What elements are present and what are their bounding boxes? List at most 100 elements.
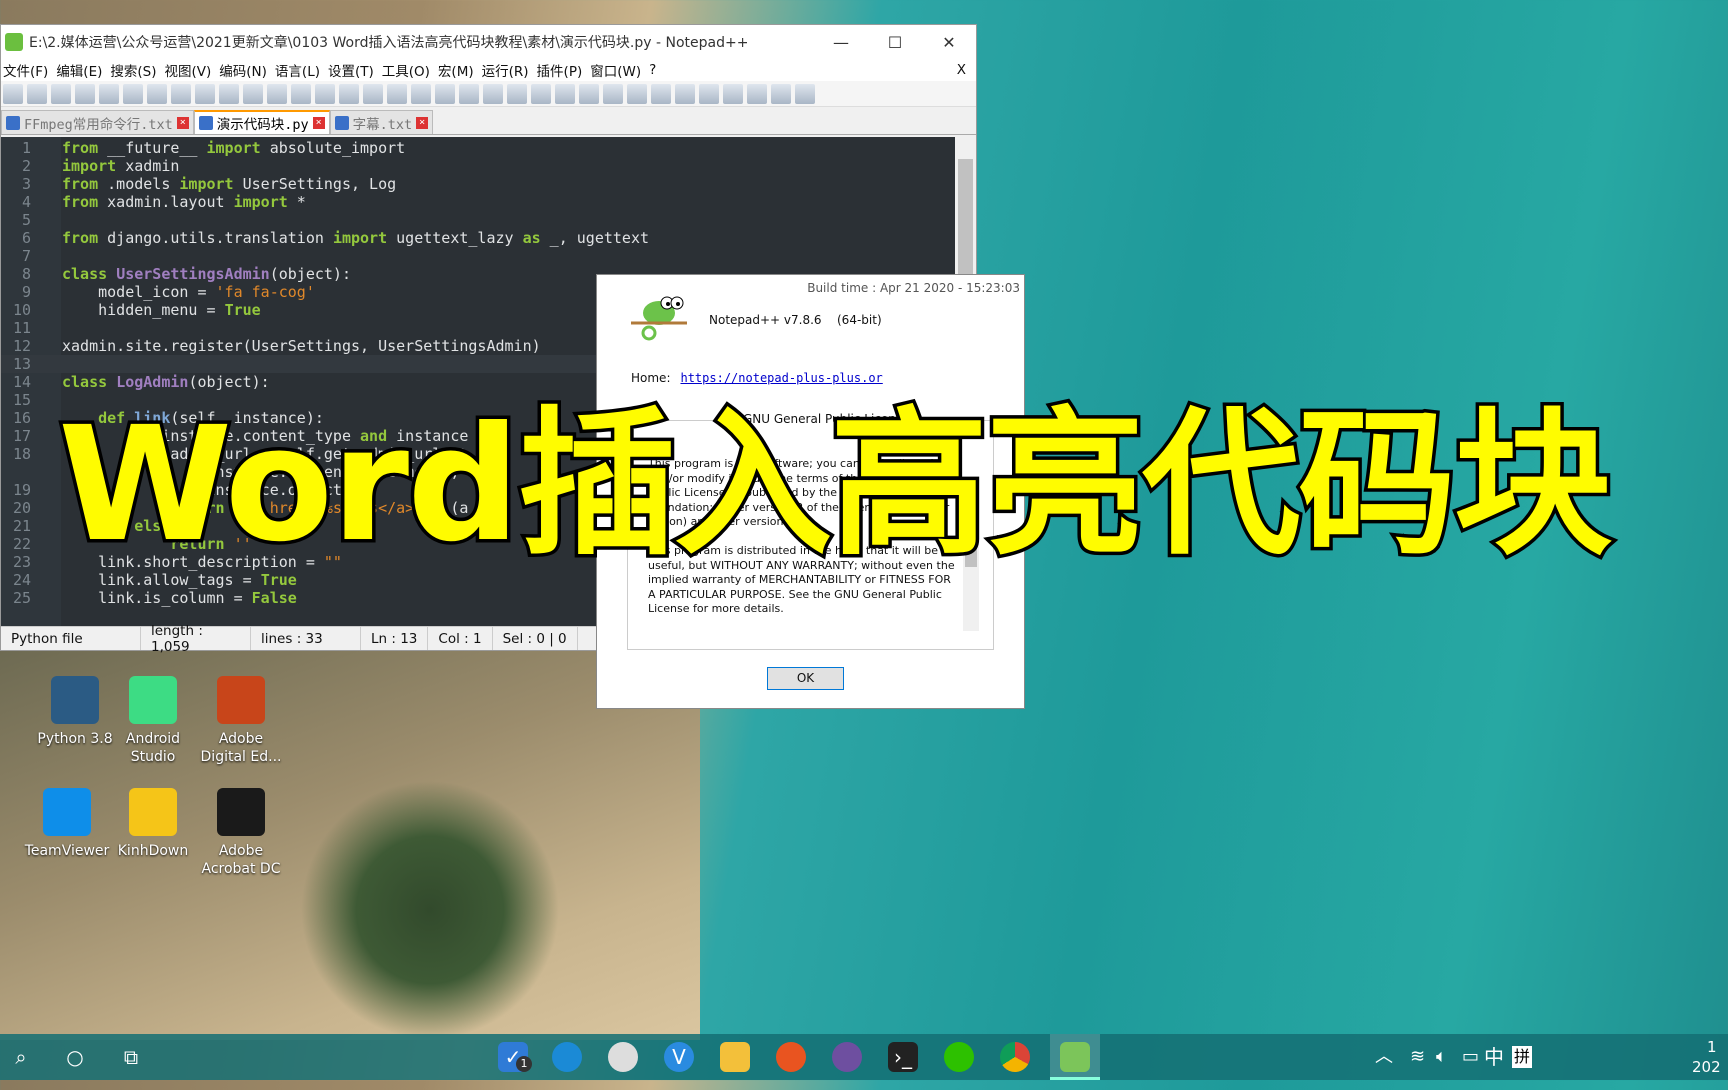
toolbar-button-icon[interactable] <box>171 83 191 104</box>
toolbar-button-icon[interactable] <box>99 83 119 104</box>
toolbar-button-icon[interactable] <box>147 83 167 104</box>
home-link[interactable]: https://notepad-plus-plus.or <box>680 371 882 385</box>
menu-item[interactable]: 视图(V) <box>163 60 218 80</box>
close-document-button[interactable]: X <box>955 62 972 78</box>
search-icon[interactable]: ⌕ <box>6 1042 36 1072</box>
toolbar-button-icon[interactable] <box>195 83 215 104</box>
toolbar-button-icon[interactable] <box>459 83 479 104</box>
title-bar[interactable]: E:\2.媒体运营\公众号运营\2021更新文章\0103 Word插入语法高亮… <box>1 25 976 59</box>
battery-icon[interactable]: ▭ <box>1462 1034 1479 1080</box>
toolbar-button-icon[interactable] <box>291 83 311 104</box>
menu-item[interactable]: 编码(N) <box>217 60 273 80</box>
menu-item[interactable]: 宏(M) <box>436 60 480 80</box>
scrollbar-thumb[interactable] <box>958 159 973 279</box>
menu-item[interactable]: 插件(P) <box>535 60 589 80</box>
toolbar-button-icon[interactable] <box>795 83 815 104</box>
toolbar-button-icon[interactable] <box>51 83 71 104</box>
toolbar-button-icon[interactable] <box>435 83 455 104</box>
toolbar-button-icon[interactable] <box>219 83 239 104</box>
toolbar-button-icon[interactable] <box>699 83 719 104</box>
line-number: 12 <box>12 337 31 355</box>
desktop-icon[interactable]: KinhDown <box>108 788 198 860</box>
desktop-icon-label: Android Studio <box>125 731 181 765</box>
toolbar-button-icon[interactable] <box>723 83 743 104</box>
line-number: 10 <box>12 301 31 319</box>
ubuntu-icon[interactable] <box>776 1042 806 1072</box>
toolbar-button-icon[interactable] <box>387 83 407 104</box>
toolbar-button-icon[interactable] <box>75 83 95 104</box>
menu-item[interactable]: 编辑(E) <box>54 60 108 80</box>
file-explorer-icon[interactable] <box>720 1042 750 1072</box>
toolbar-button-icon[interactable] <box>579 83 599 104</box>
desktop-icon-label: TeamViewer <box>24 843 110 859</box>
desktop-icon[interactable]: Android Studio <box>108 676 198 766</box>
ime-mode[interactable]: 中 <box>1484 1034 1504 1080</box>
edge-icon[interactable] <box>552 1042 582 1072</box>
toolbar-button-icon[interactable] <box>123 83 143 104</box>
ime-pinyin[interactable]: 拼 <box>1512 1046 1533 1068</box>
ok-button[interactable]: OK <box>767 667 844 690</box>
show-hidden-icons[interactable]: ︿ <box>1375 1034 1393 1080</box>
code-text: import xadmin <box>62 157 180 175</box>
tab-label: 字幕.txt <box>352 116 413 133</box>
cortana-icon[interactable]: ○ <box>60 1042 90 1072</box>
toolbar-button-icon[interactable] <box>315 83 335 104</box>
desktop-icon[interactable]: Adobe Digital Ed... <box>196 676 286 766</box>
toolbar-button-icon[interactable] <box>531 83 551 104</box>
menu-item[interactable]: 语言(L) <box>273 60 326 80</box>
toolbar-button-icon[interactable] <box>411 83 431 104</box>
menu-bar: 文件(F) 编辑(E) 搜索(S) 视图(V) 编码(N) 语言(L) 设置(T) 工具(O)… <box>1 59 976 81</box>
tab-2[interactable]: 演示代码块.py × <box>193 110 330 134</box>
notepadpp-taskbar-button[interactable] <box>1050 1034 1100 1080</box>
toolbar-button-icon[interactable] <box>771 83 791 104</box>
line-number: 1 <box>21 139 31 157</box>
volume-icon[interactable]: 🔈︎ <box>1436 1034 1447 1080</box>
toolbar <box>1 81 976 107</box>
menu-item[interactable]: ? <box>647 62 662 78</box>
clock-date[interactable]: 202 <box>1692 1044 1721 1090</box>
menu-item[interactable]: 工具(O) <box>380 60 436 80</box>
desktop-icon[interactable]: TeamViewer <box>22 788 112 860</box>
toolbar-button-icon[interactable] <box>555 83 575 104</box>
menu-item[interactable]: 运行(R) <box>480 60 535 80</box>
wechat-icon[interactable] <box>944 1042 974 1072</box>
tab-close-icon[interactable]: × <box>176 116 189 129</box>
github-icon[interactable] <box>832 1042 862 1072</box>
toolbar-button-icon[interactable] <box>27 83 47 104</box>
menu-item[interactable]: 窗口(W) <box>588 60 647 80</box>
menu-item[interactable]: 搜索(S) <box>108 60 162 80</box>
maximize-button[interactable]: ☐ <box>868 25 922 59</box>
toolbar-button-icon[interactable] <box>747 83 767 104</box>
menu-item[interactable]: 设置(T) <box>326 60 380 80</box>
app-clock-icon[interactable] <box>608 1042 638 1072</box>
toolbar-button-icon[interactable] <box>243 83 263 104</box>
tab-3[interactable]: 字幕.txt × <box>329 110 434 134</box>
toolbar-button-icon[interactable] <box>363 83 383 104</box>
todo-icon[interactable]: ✓ 1 <box>498 1042 532 1072</box>
toolbar-button-icon[interactable] <box>483 83 503 104</box>
chrome-icon[interactable] <box>1000 1042 1030 1072</box>
desktop-icon[interactable]: Adobe Acrobat DC <box>196 788 286 878</box>
code-text: xadmin.site.register(UserSettings, UserS… <box>62 337 541 355</box>
code-line: 5 <box>1 211 956 229</box>
tab-close-icon[interactable]: × <box>312 117 325 129</box>
toolbar-button-icon[interactable] <box>507 83 527 104</box>
tab-close-icon[interactable]: × <box>416 116 429 129</box>
toolbar-button-icon[interactable] <box>339 83 359 104</box>
toolbar-button-icon[interactable] <box>267 83 287 104</box>
close-button[interactable]: ✕ <box>922 25 976 59</box>
task-view-icon[interactable]: ⧉ <box>116 1042 146 1072</box>
tab-1[interactable]: FFmpeg常用命令行.txt × <box>1 110 194 134</box>
app-v-icon[interactable]: V <box>664 1042 694 1072</box>
terminal-icon[interactable]: ›_ <box>888 1042 918 1072</box>
toolbar-button-icon[interactable] <box>627 83 647 104</box>
toolbar-button-icon[interactable] <box>651 83 671 104</box>
toolbar-button-icon[interactable] <box>3 83 23 104</box>
minimize-button[interactable]: — <box>814 25 868 59</box>
toolbar-button-icon[interactable] <box>603 83 623 104</box>
toolbar-button-icon[interactable] <box>675 83 695 104</box>
desktop-icon[interactable]: Python 3.8 <box>30 676 120 748</box>
wifi-icon[interactable]: ≋ <box>1410 1034 1425 1080</box>
menu-item[interactable]: 文件(F) <box>1 60 54 80</box>
line-number: 24 <box>12 571 31 589</box>
